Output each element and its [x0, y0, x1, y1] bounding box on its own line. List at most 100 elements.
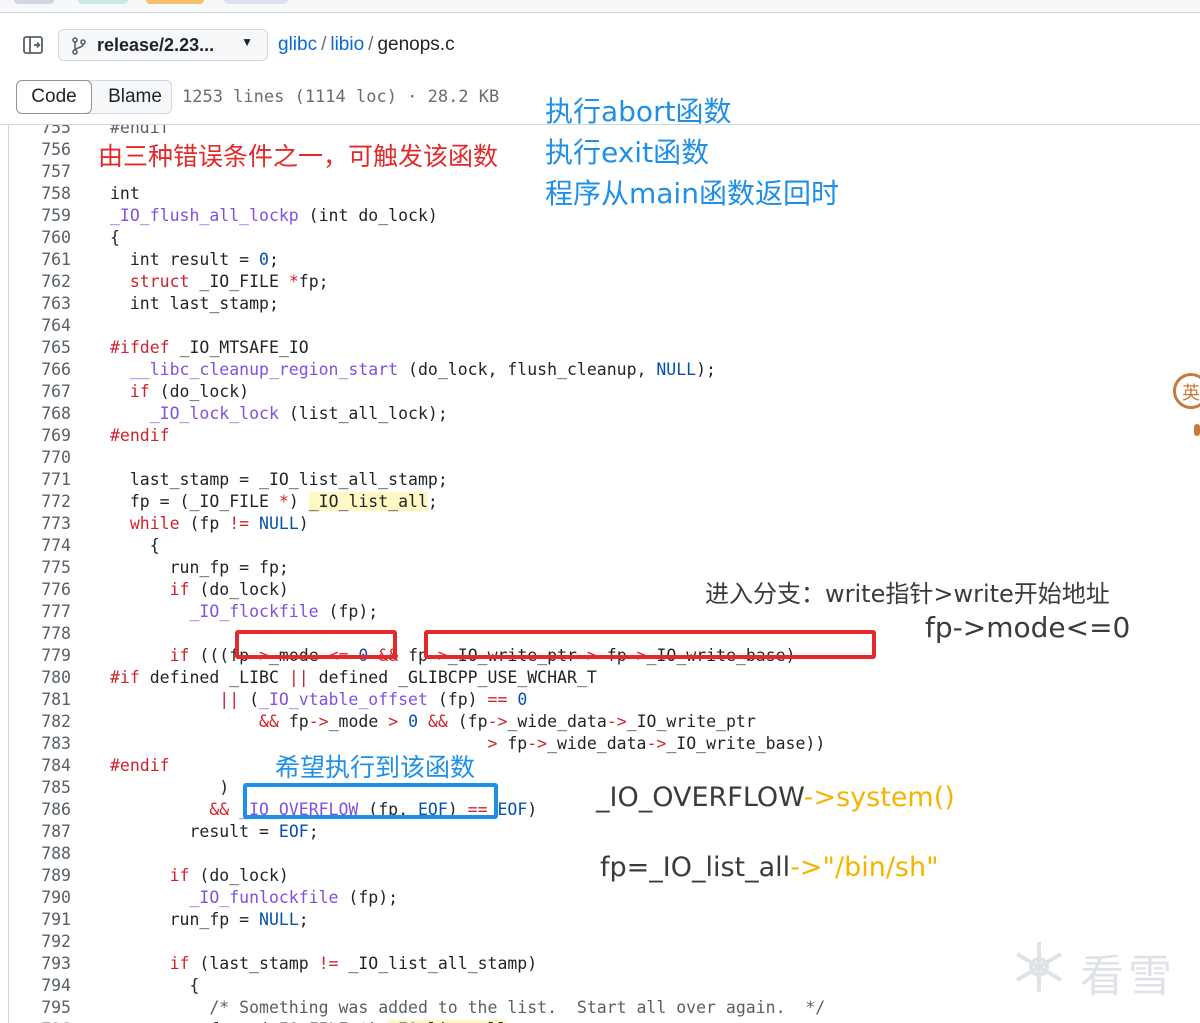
- annotation-trigger-note: 由三种错误条件之一，可触发该函数: [98, 142, 499, 171]
- line-number[interactable]: 780: [9, 667, 71, 689]
- line-number[interactable]: 761: [9, 249, 71, 271]
- line-number[interactable]: 791: [9, 909, 71, 931]
- line-number[interactable]: 769: [9, 425, 71, 447]
- code-token: ;: [298, 910, 309, 929]
- line-number[interactable]: 794: [9, 975, 71, 997]
- line-number[interactable]: 787: [9, 821, 71, 843]
- line-number[interactable]: 762: [9, 271, 71, 293]
- top-tab-2[interactable]: [78, 0, 128, 4]
- breadcrumb-file-name: genops.c: [377, 34, 455, 55]
- code-token: _mode: [328, 712, 389, 731]
- code-token: {: [110, 228, 120, 247]
- top-tab-4[interactable]: [224, 0, 288, 4]
- line-number[interactable]: 795: [9, 997, 71, 1019]
- breadcrumb-repo-link[interactable]: glibc: [278, 34, 317, 55]
- line-number[interactable]: 786: [9, 799, 71, 821]
- code-line: 762 struct _IO_FILE *fp;: [9, 271, 1200, 293]
- code-token: _IO_funlockfile: [110, 888, 339, 907]
- code-token: result =: [110, 822, 279, 841]
- line-code: while (fp != NULL): [110, 513, 309, 535]
- line-number[interactable]: 759: [9, 205, 71, 227]
- branch-selector-button[interactable]: release/2.23... ▼: [58, 29, 268, 61]
- code-token: (last_stamp: [189, 954, 319, 973]
- line-number[interactable]: 783: [9, 733, 71, 755]
- line-number[interactable]: 779: [9, 645, 71, 667]
- line-number[interactable]: 767: [9, 381, 71, 403]
- code-line: 787 result = EOF;: [9, 821, 1200, 843]
- code-token: run_fp =: [110, 910, 260, 929]
- annotation-mode-note: fp->mode<=0: [925, 611, 1131, 644]
- annotation-cond-return: 程序从main函数返回时: [545, 177, 839, 210]
- line-number[interactable]: 755: [9, 125, 71, 139]
- code-token: &&: [110, 800, 230, 819]
- code-token: ->: [487, 712, 508, 731]
- sidebar-toggle-icon[interactable]: [22, 34, 44, 56]
- code-view-button[interactable]: Code: [16, 80, 92, 114]
- code-token: ||: [110, 690, 240, 709]
- line-number[interactable]: 773: [9, 513, 71, 535]
- line-number[interactable]: 788: [9, 843, 71, 865]
- code-line: 767 if (do_lock): [9, 381, 1200, 403]
- line-code: _IO_flockfile (fp);: [110, 601, 378, 623]
- line-code: _IO_funlockfile (fp);: [110, 887, 398, 909]
- code-token: int: [110, 184, 140, 203]
- line-number[interactable]: 774: [9, 535, 71, 557]
- code-token: _IO_flush_all_lockp: [110, 206, 299, 225]
- line-number[interactable]: 764: [9, 315, 71, 337]
- side-badge-handle[interactable]: [1194, 424, 1200, 436]
- line-number[interactable]: 763: [9, 293, 71, 315]
- line-number[interactable]: 796: [9, 1019, 71, 1023]
- line-number[interactable]: 760: [9, 227, 71, 249]
- code-token: ;: [308, 822, 319, 841]
- line-number[interactable]: 784: [9, 755, 71, 777]
- line-number[interactable]: 772: [9, 491, 71, 513]
- annotation-branch-note: 进入分支：write指针>write开始地址: [705, 580, 1110, 608]
- top-tab-1[interactable]: [14, 0, 54, 4]
- line-number[interactable]: 771: [9, 469, 71, 491]
- line-number[interactable]: 781: [9, 689, 71, 711]
- code-token: NULL: [259, 514, 299, 533]
- view-mode-switch: Code Blame: [16, 80, 172, 114]
- line-number[interactable]: 777: [9, 601, 71, 623]
- top-tab-3[interactable]: [146, 0, 204, 4]
- code-token: (do_lock): [189, 580, 289, 599]
- line-number[interactable]: 778: [9, 623, 71, 645]
- code-token: ): [110, 778, 230, 797]
- line-code: fp = (_IO_FILE *) _IO_list_all;: [110, 1019, 517, 1023]
- line-number[interactable]: 789: [9, 865, 71, 887]
- code-token: 0: [259, 250, 269, 269]
- line-number[interactable]: 785: [9, 777, 71, 799]
- breadcrumb-dir-link[interactable]: libio: [330, 34, 364, 55]
- code-token: #endif: [110, 125, 170, 137]
- code-token: _IO_write_ptr: [626, 712, 756, 731]
- code-token: while: [110, 514, 180, 533]
- line-number[interactable]: 758: [9, 183, 71, 205]
- line-number[interactable]: 776: [9, 579, 71, 601]
- breadcrumb-separator: /: [321, 34, 327, 55]
- code-token: #if: [110, 668, 140, 687]
- code-token: (fp: [447, 712, 488, 731]
- code-token: ): [288, 492, 309, 511]
- code-token: __libc_cleanup_region_start: [110, 360, 399, 379]
- code-line: 772 fp = (_IO_FILE *) _IO_list_all;: [9, 491, 1200, 513]
- line-number[interactable]: 770: [9, 447, 71, 469]
- line-number[interactable]: 790: [9, 887, 71, 909]
- line-code: last_stamp = _IO_list_all_stamp;: [110, 469, 448, 491]
- highlight-box-mode-condition: [235, 630, 397, 659]
- line-number[interactable]: 756: [9, 139, 71, 161]
- line-number[interactable]: 782: [9, 711, 71, 733]
- annotation-cond-abort: 执行abort函数: [545, 95, 732, 128]
- annotation-overflow-target: ->system(): [803, 782, 955, 813]
- line-number[interactable]: 768: [9, 403, 71, 425]
- code-token: !=: [229, 514, 250, 533]
- line-number[interactable]: 775: [9, 557, 71, 579]
- file-info: 1253 lines (1114 loc) · 28.2 KB: [182, 87, 500, 107]
- code-token: ->: [527, 734, 548, 753]
- branch-name: release/2.23...: [97, 35, 215, 55]
- line-number[interactable]: 757: [9, 161, 71, 183]
- blame-view-button[interactable]: Blame: [97, 81, 173, 113]
- line-number[interactable]: 793: [9, 953, 71, 975]
- line-number[interactable]: 766: [9, 359, 71, 381]
- line-number[interactable]: 765: [9, 337, 71, 359]
- line-number[interactable]: 792: [9, 931, 71, 953]
